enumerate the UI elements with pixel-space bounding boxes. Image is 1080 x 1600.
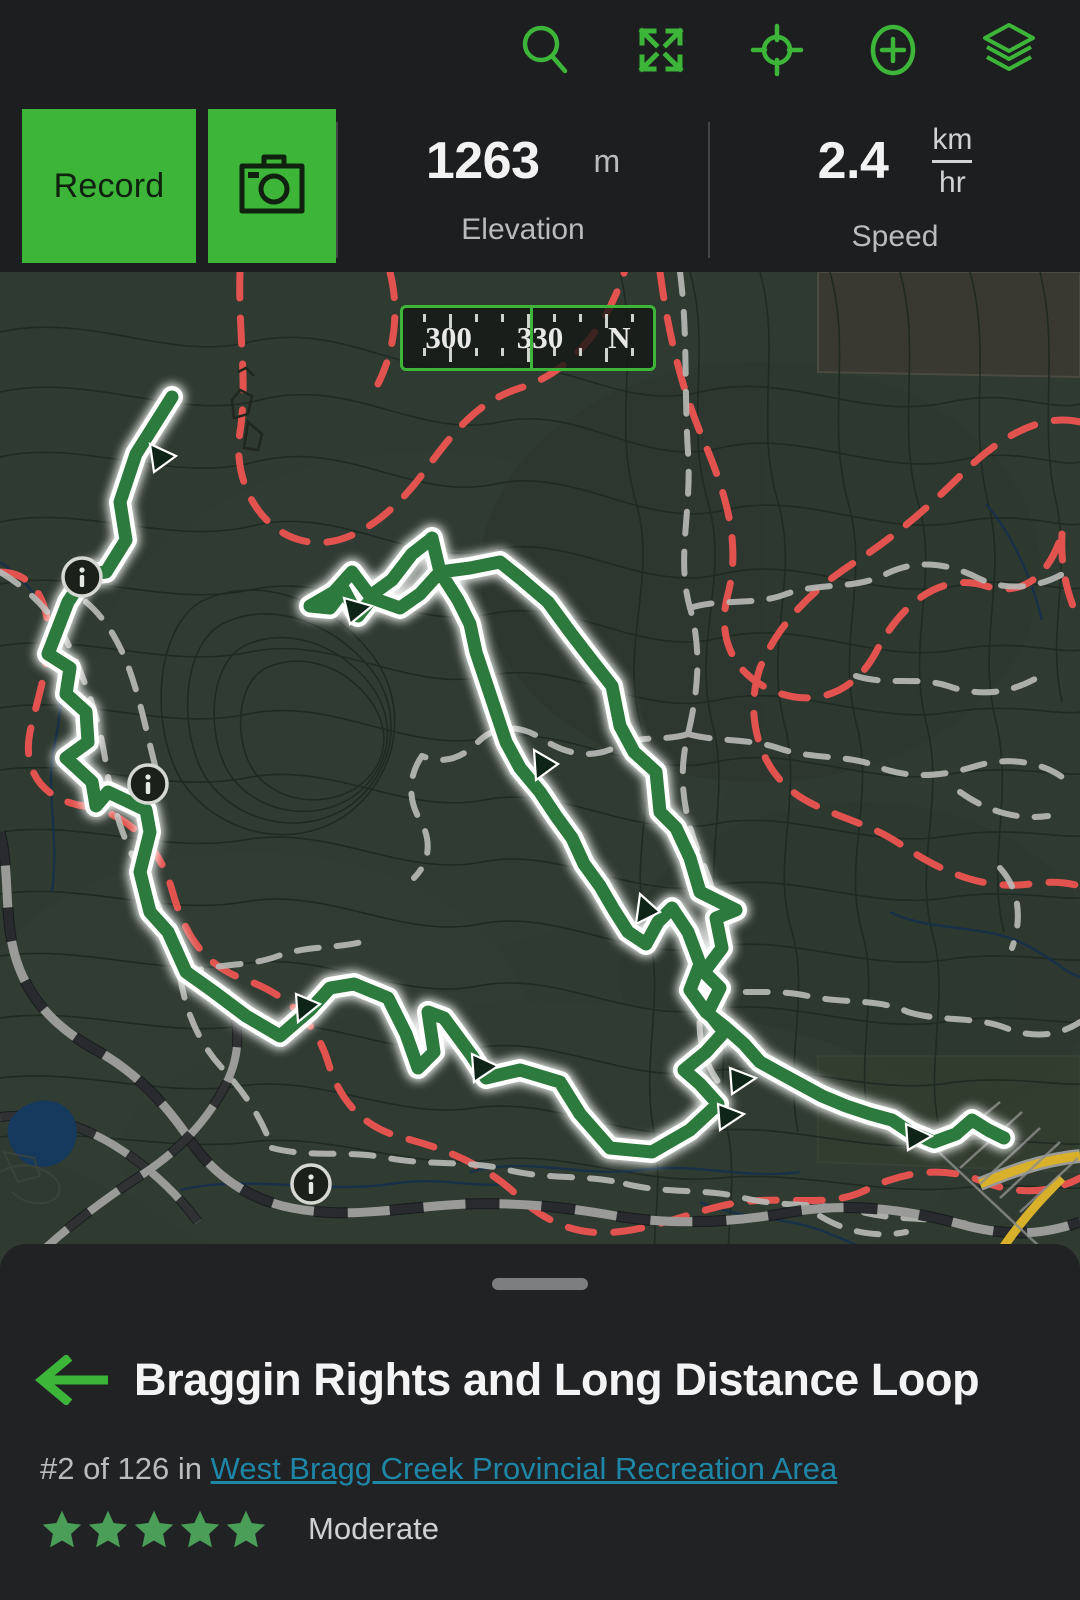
camera-button[interactable] bbox=[208, 109, 336, 263]
add-icon[interactable] bbox=[858, 15, 928, 85]
map-canvas[interactable] bbox=[0, 272, 1080, 1272]
elevation-label: Elevation bbox=[461, 213, 585, 246]
elevation-unit: m bbox=[593, 142, 621, 179]
compass-center-divider bbox=[530, 308, 533, 368]
speed-unit-rule bbox=[932, 159, 973, 163]
layers-icon[interactable] bbox=[974, 15, 1044, 85]
speed-unit: km hr bbox=[932, 122, 973, 199]
compass-ticks-bottom bbox=[403, 348, 653, 362]
page-title: Braggin Rights and Long Distance Loop bbox=[134, 1354, 980, 1405]
map-graphics bbox=[0, 272, 1080, 1272]
trail-rank: #2 of 126 in West Bragg Creek Provincial… bbox=[40, 1451, 837, 1487]
trail-detail-sheet: Braggin Rights and Long Distance Loop #2… bbox=[0, 1244, 1080, 1600]
search-icon[interactable] bbox=[510, 15, 580, 85]
record-controls: Record bbox=[0, 100, 336, 272]
stats-bar: Record 1263 m Elevation 2.4 km hr Speed bbox=[0, 100, 1080, 272]
rank-prefix: #2 of 126 in bbox=[40, 1451, 211, 1486]
stat-elevation: 1263 m Elevation bbox=[338, 100, 708, 272]
area-link[interactable]: West Bragg Creek Provincial Recreation A… bbox=[211, 1451, 838, 1486]
map-toolbar bbox=[0, 0, 1080, 100]
sheet-drag-handle[interactable] bbox=[492, 1278, 588, 1290]
rating-row: Moderate bbox=[40, 1508, 439, 1550]
star-5 bbox=[224, 1508, 268, 1550]
locate-icon[interactable] bbox=[742, 15, 812, 85]
speed-unit-denominator: hr bbox=[939, 165, 966, 199]
difficulty-label: Moderate bbox=[308, 1511, 439, 1546]
record-button[interactable]: Record bbox=[22, 109, 196, 263]
speed-value: 2.4 bbox=[817, 132, 889, 190]
star-1 bbox=[40, 1508, 84, 1550]
speed-unit-numerator: km bbox=[932, 122, 973, 156]
star-2 bbox=[86, 1508, 130, 1550]
fullscreen-icon[interactable] bbox=[626, 15, 696, 85]
star-rating[interactable] bbox=[40, 1508, 268, 1550]
star-4 bbox=[178, 1508, 222, 1550]
back-arrow-icon[interactable] bbox=[34, 1353, 109, 1407]
speed-label: Speed bbox=[851, 219, 939, 253]
sheet-header: Braggin Rights and Long Distance Loop bbox=[34, 1353, 980, 1407]
camera-icon bbox=[234, 149, 310, 224]
stat-speed: 2.4 km hr Speed bbox=[710, 100, 1080, 272]
star-3 bbox=[132, 1508, 176, 1550]
compass-bar[interactable]: 300 330 N bbox=[400, 305, 656, 371]
elevation-value: 1263 bbox=[425, 132, 540, 190]
